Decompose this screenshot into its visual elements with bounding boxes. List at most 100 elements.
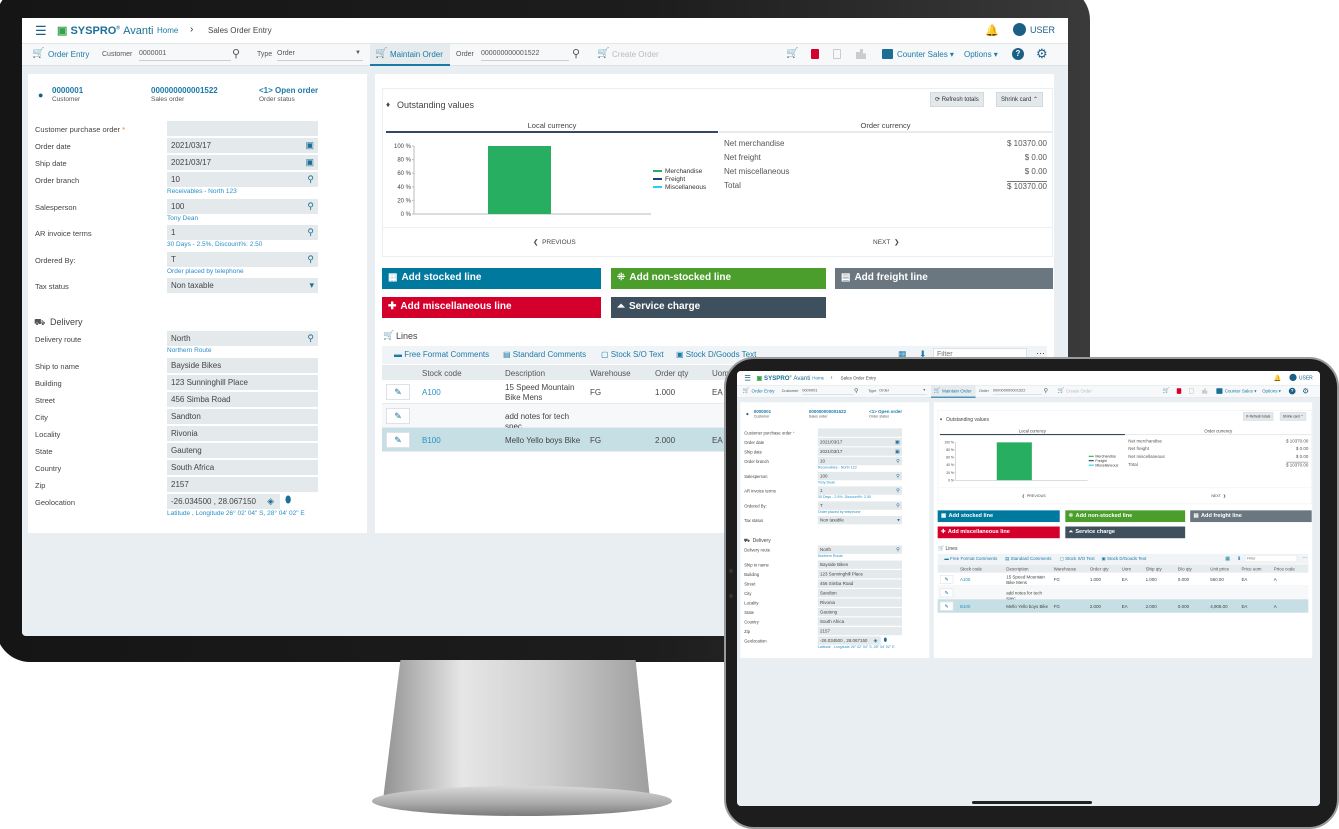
stock-so-text-button[interactable]: ▢ Stock S/O Text [601,350,664,359]
next-button[interactable]: NEXT ❯ [1211,494,1226,498]
previous-button[interactable]: ❮ PREVIOUS [1022,494,1046,498]
column-header[interactable]: Price code [1274,567,1295,572]
previous-button[interactable]: ❮ PREVIOUS [533,238,576,246]
shrink-card-button[interactable]: Shrink card ⌃ [996,92,1044,107]
bell-icon[interactable]: 🔔 [1274,374,1282,382]
tab-order-currency[interactable]: Order currency [719,119,1052,133]
field-input[interactable]: 100 ⚲ [817,471,902,480]
options-menu[interactable]: Options ▾ [964,50,998,59]
download-icon[interactable]: ⬇ [1237,555,1241,561]
tab-order-currency[interactable]: Order currency [1125,427,1312,436]
edit-pencil-icon[interactable]: ✎ [939,588,954,598]
counter-sales-menu[interactable]: Counter Sales ▾ [1225,389,1257,394]
directions-icon[interactable]: ◈ [874,637,878,643]
column-header[interactable]: Stock code [960,567,982,572]
add-non-stocked-line-button[interactable]: ⁜ Add non-stocked line [611,268,826,289]
hamburger-menu-icon[interactable]: ☰ [35,23,47,39]
column-header[interactable]: Price uom [1241,567,1261,572]
field-input[interactable]: T ⚲ [817,501,902,510]
type-select[interactable]: Order ▼ [277,47,363,61]
field-input[interactable] [167,121,318,136]
export-icon[interactable]: ▦ [1225,555,1230,561]
search-icon[interactable]: ⚲ [307,201,314,211]
customer-search-icon[interactable]: ⚲ [232,47,240,60]
customer-input[interactable]: 0000001 [139,47,231,61]
edit-pencil-icon[interactable]: ✎ [386,432,410,448]
dropdown-arrow-icon[interactable]: ▾ [897,517,900,523]
document-icon[interactable] [833,49,841,59]
calendar-icon[interactable]: ▣ [895,448,900,454]
standard-comments-button[interactable]: ▤ Standard Comments [1005,556,1051,561]
bell-icon[interactable]: 🔔 [985,24,999,37]
edit-pencil-icon[interactable]: ✎ [386,408,410,424]
create-order-button[interactable]: Create Order [1066,389,1092,394]
breadcrumb-home[interactable]: Home [812,375,824,380]
stock-so-text-button[interactable]: ▢ Stock S/O Text [1060,556,1095,561]
table-cell[interactable]: B100 [960,604,970,609]
customer-input[interactable]: 0000001 [802,387,854,395]
building-icon[interactable] [856,49,866,59]
service-charge-button[interactable]: ⏶ Service charge [611,297,826,318]
add-freight-line-button[interactable]: ▤ Add freight line [835,268,1053,289]
document-icon[interactable] [1189,388,1194,394]
gear-icon[interactable]: ⚙ [1302,387,1308,396]
tab-local-currency[interactable]: Local currency [939,427,1125,436]
calendar-icon[interactable]: ▣ [305,157,314,167]
field-input[interactable]: 2157 [817,626,902,635]
edit-pencil-icon[interactable]: ✎ [386,384,410,400]
table-cell[interactable]: A100 [960,577,970,582]
refresh-totals-button[interactable]: ⟳ Refresh totals [1243,412,1274,421]
field-input[interactable]: 2021/03/17 ▣ [167,138,318,153]
column-header[interactable]: Stock code [422,369,462,378]
table-cell[interactable]: B100 [422,436,441,445]
counter-sales-menu[interactable]: Counter Sales ▾ [897,50,954,59]
add-miscellaneous-line-button[interactable]: ✚ Add miscellaneous line [382,297,601,318]
search-icon[interactable]: ⚲ [896,458,900,464]
field-input[interactable]: Gauteng [167,442,318,458]
column-header[interactable]: Unit price [1210,567,1229,572]
field-input[interactable]: 1 ⚲ [817,486,902,495]
order-input[interactable]: 000000000001522 [992,387,1042,395]
field-input[interactable] [817,428,902,437]
search-icon[interactable]: ⚲ [896,502,900,508]
calendar-icon[interactable]: ▣ [895,439,900,445]
breadcrumb-home[interactable]: Home [157,26,178,35]
column-header[interactable]: Description [505,369,545,378]
free-format-comments-button[interactable]: ▬ Free Format Comments [944,556,997,561]
column-header[interactable]: Warehouse [1054,567,1077,572]
search-icon[interactable]: ⚲ [896,473,900,479]
add-stocked-line-button[interactable]: ▦ Add stocked line [937,510,1060,523]
map-marker-icon[interactable]: ⬮ [285,495,291,506]
trash-icon[interactable] [811,49,819,59]
standard-comments-button[interactable]: ▤ Standard Comments [503,350,586,359]
add-stocked-line-button[interactable]: ▦ Add stocked line [382,268,601,289]
customer-number[interactable]: 0000001 [754,409,771,414]
user-name[interactable]: USER [1299,375,1313,381]
table-row[interactable]: ✎ B100 Mello Yello boys Bike FG 2.000 EA 2.000… [937,599,1309,613]
search-icon[interactable]: ⚲ [307,174,314,184]
free-format-comments-button[interactable]: ▬ Free Format Comments [394,350,489,359]
table-cell[interactable]: A100 [422,388,441,397]
search-icon[interactable]: ⚲ [896,487,900,493]
field-input[interactable]: Non taxable ▾ [167,278,318,293]
field-input[interactable]: Rivonia [167,425,318,441]
edit-pencil-icon[interactable]: ✎ [939,601,954,611]
field-input[interactable]: 2021/03/17 ▣ [817,437,902,447]
field-input[interactable]: T ⚲ [167,251,318,267]
table-row[interactable]: ✎add notes for tech spec [937,586,1309,601]
search-icon[interactable]: ⚲ [307,227,314,237]
field-input[interactable]: 10 ⚲ [167,172,318,187]
user-avatar-icon[interactable] [1013,23,1026,36]
more-options-icon[interactable]: ⋯ [1302,555,1307,561]
refresh-totals-button[interactable]: ⟳ Refresh totals [930,92,984,107]
field-input[interactable]: South Africa [817,617,902,626]
field-input[interactable]: 1 ⚲ [167,225,318,240]
hamburger-menu-icon[interactable]: ☰ [744,374,750,383]
lines-filter-input[interactable] [1244,554,1298,563]
maintain-order-tab[interactable]: 🛒 Maintain Order [930,385,976,398]
add-non-stocked-line-button[interactable]: ⁜ Add non-stocked line [1065,510,1186,523]
field-input[interactable]: Sandton [817,588,902,598]
customer-number[interactable]: 0000001 [52,86,83,95]
order-entry-tab[interactable]: Order Entry [48,50,89,59]
user-avatar-icon[interactable] [1289,373,1297,382]
